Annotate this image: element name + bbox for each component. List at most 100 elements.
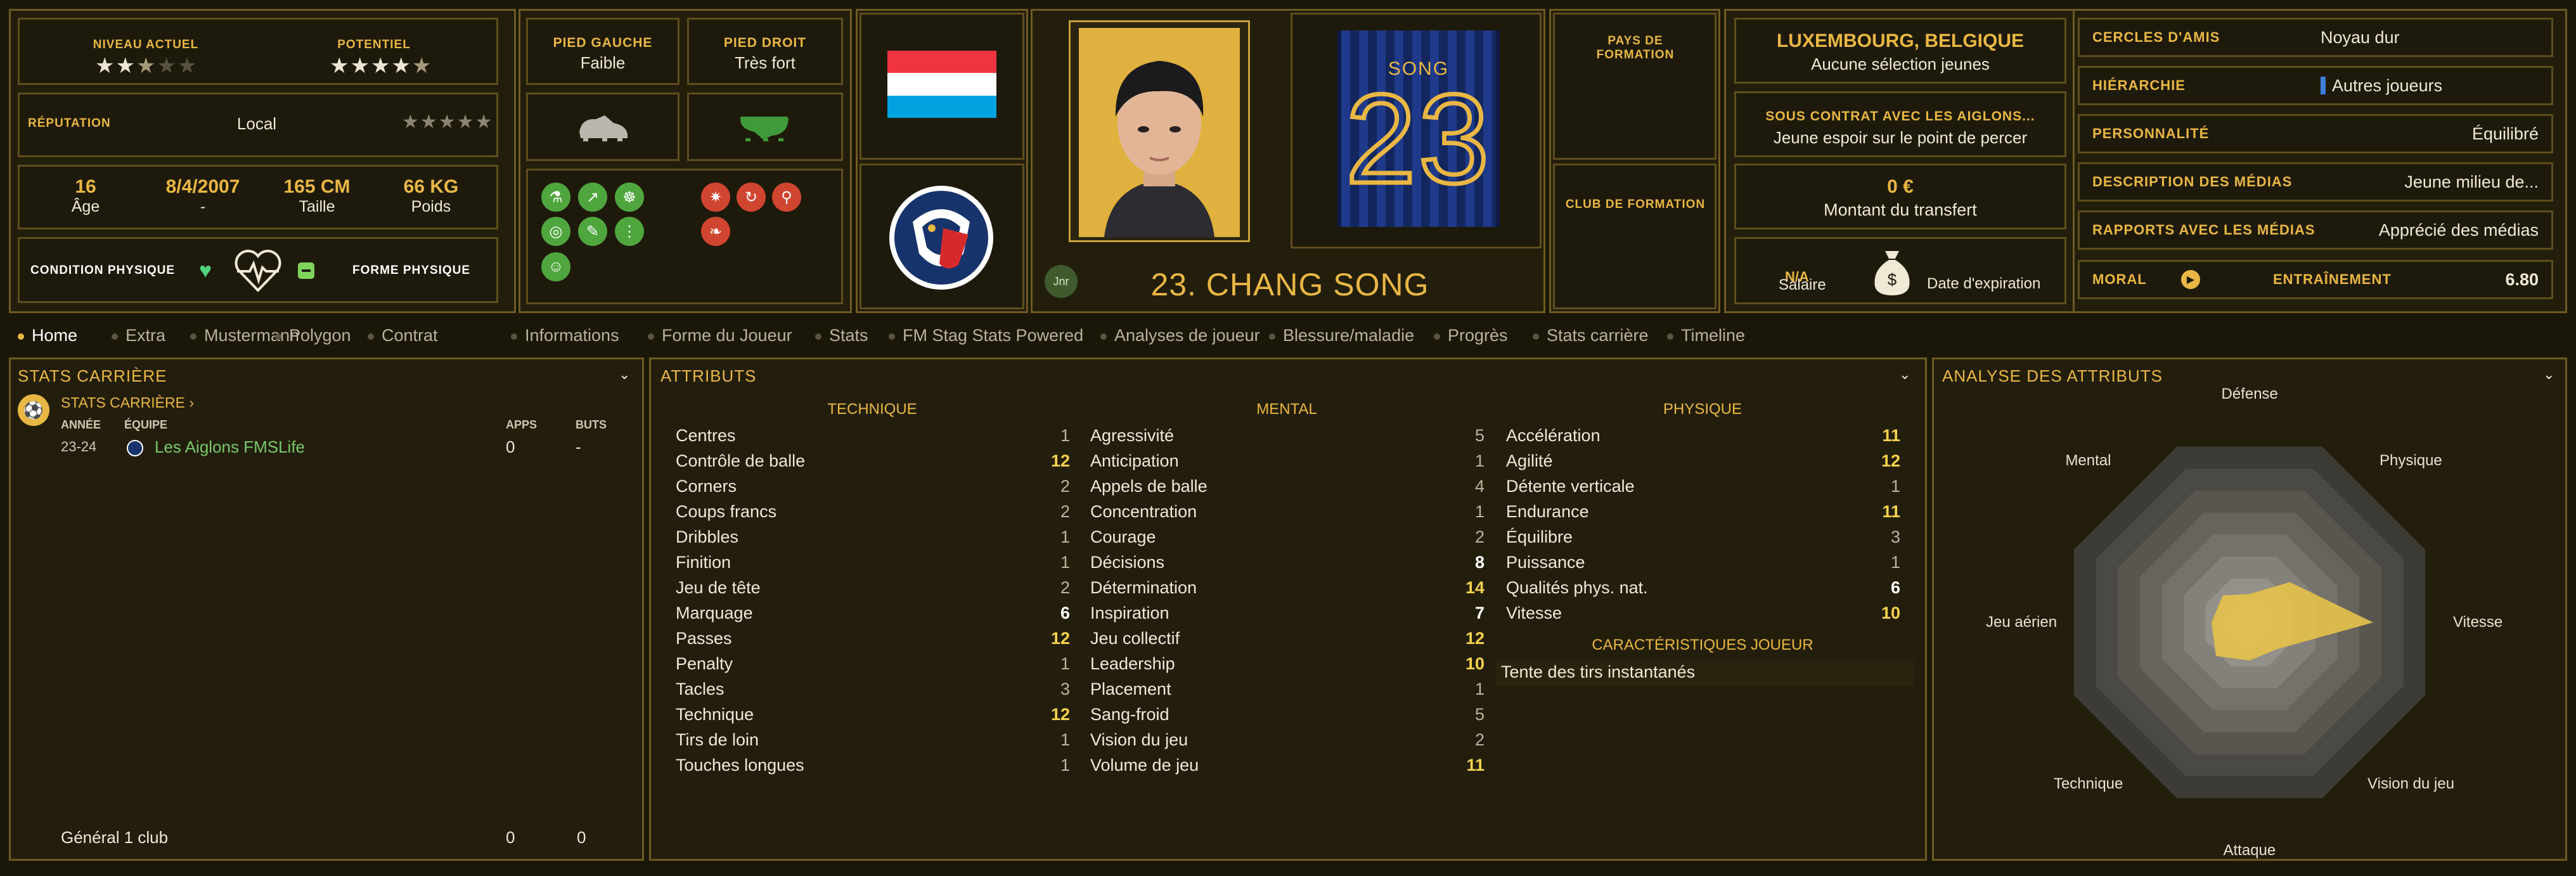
attribute-row[interactable]: Détermination 14 bbox=[1090, 575, 1484, 600]
attribute-row[interactable]: Détente verticale 1 bbox=[1506, 473, 1900, 499]
youth-caps: Aucune sélection jeunes bbox=[1811, 55, 1990, 74]
tab-stats[interactable]: Stats bbox=[815, 326, 868, 345]
collapse-attributes-icon[interactable]: ⌄ bbox=[1899, 366, 1910, 383]
attribute-row[interactable]: Courage 2 bbox=[1090, 524, 1484, 550]
personality-row[interactable]: PERSONNALITÉ Équilibré bbox=[2078, 114, 2553, 153]
attribute-row[interactable]: Jeu de tête 2 bbox=[676, 575, 1070, 600]
tab-fm-stag-stats-powered[interactable]: FM Stag Stats Powered bbox=[889, 326, 1083, 345]
tab-contrat[interactable]: Contrat bbox=[368, 326, 438, 345]
attribute-value: 1 bbox=[1890, 476, 1900, 496]
morale-play-icon[interactable]: ▶ bbox=[2181, 270, 2200, 289]
hierarchy-value: Autres joueurs bbox=[2332, 75, 2443, 95]
attribute-row[interactable]: Tirs de loin 1 bbox=[676, 727, 1070, 752]
training-value: 6.80 bbox=[2505, 269, 2539, 289]
trend-up-icon[interactable]: ↗ bbox=[578, 183, 607, 212]
tab-timeline[interactable]: Timeline bbox=[1667, 326, 1745, 345]
attribute-row[interactable]: Équilibre 3 bbox=[1506, 524, 1900, 550]
tab-forme-du-joueur[interactable]: Forme du Joueur bbox=[648, 326, 792, 345]
leaves-icon[interactable]: ❧ bbox=[701, 217, 730, 246]
attribute-row[interactable]: Tacles 3 bbox=[676, 676, 1070, 702]
tab-stats-carri-re[interactable]: Stats carrière bbox=[1533, 326, 1649, 345]
face-icon[interactable]: ☺ bbox=[541, 252, 570, 281]
dob-label: - bbox=[200, 198, 206, 216]
media-rel-value: Apprécié des médias bbox=[2378, 220, 2539, 240]
attribute-row[interactable]: Qualités phys. nat. 6 bbox=[1506, 575, 1900, 600]
attribute-value: 12 bbox=[1050, 704, 1070, 724]
attribute-row[interactable]: Vision du jeu 2 bbox=[1090, 727, 1484, 752]
row-apps: 0 bbox=[506, 437, 515, 456]
collapse-career-icon[interactable]: ⌄ bbox=[619, 366, 630, 383]
potential-stars: ★★★★★ bbox=[330, 54, 433, 78]
media-rel-row[interactable]: RAPPORTS AVEC LES MÉDIAS Apprécié des méd… bbox=[2078, 210, 2553, 250]
radar-label: Mental bbox=[2065, 452, 2111, 470]
attribute-row[interactable]: Placement 1 bbox=[1090, 676, 1484, 702]
attribute-row[interactable]: Accélération 11 bbox=[1506, 423, 1900, 448]
attribute-row[interactable]: Vitesse 10 bbox=[1506, 600, 1900, 626]
row-team[interactable]: Les Aiglons FMSLife bbox=[155, 437, 305, 457]
attribute-row[interactable]: Puissance 1 bbox=[1506, 550, 1900, 575]
attribute-row[interactable]: Sang-froid 5 bbox=[1090, 702, 1484, 727]
hierarchy-label: HIÉRARCHIE bbox=[2092, 77, 2186, 93]
foot-icon[interactable]: ⚲ bbox=[772, 183, 801, 212]
attribute-row[interactable]: Leadership 10 bbox=[1090, 651, 1484, 676]
flask-icon[interactable]: ⚗ bbox=[541, 183, 570, 212]
hierarchy-row[interactable]: HIÉRARCHIE Autres joueurs bbox=[2078, 66, 2553, 105]
tab-progr-s[interactable]: Progrès bbox=[1434, 326, 1508, 345]
reputation-stars: ★★★★★ bbox=[402, 112, 494, 132]
attribute-name: Anticipation bbox=[1090, 451, 1179, 470]
health-icon[interactable]: ↻ bbox=[737, 183, 766, 212]
radar-label: Défense bbox=[2221, 385, 2278, 403]
tab-informations[interactable]: Informations bbox=[511, 326, 619, 345]
tab-home[interactable]: Home bbox=[18, 326, 77, 345]
attribute-row[interactable]: Marquage 6 bbox=[676, 600, 1070, 626]
attribute-value: 12 bbox=[1050, 628, 1070, 648]
attribute-row[interactable]: Concentration 1 bbox=[1090, 499, 1484, 524]
morale-row[interactable]: MORAL ▶ ENTRAÎNEMENT 6.80 bbox=[2078, 260, 2553, 299]
brain-icon[interactable]: ☸ bbox=[615, 183, 644, 212]
attribute-row[interactable]: Agilité 12 bbox=[1506, 448, 1900, 473]
career-row[interactable]: 23-24 Les Aiglons FMSLife 0 - bbox=[61, 437, 631, 460]
tab-analyses-de-joueur[interactable]: Analyses de joueur bbox=[1100, 326, 1260, 345]
current-level-label: NIVEAU ACTUEL bbox=[93, 38, 199, 51]
attribute-row[interactable]: Centres 1 bbox=[676, 423, 1070, 448]
right-foot-value: Très fort bbox=[735, 53, 795, 72]
tools-icon[interactable]: ✎ bbox=[578, 217, 607, 246]
attribute-row[interactable]: Coups francs 2 bbox=[676, 499, 1070, 524]
tab-polygon[interactable]: Polygon bbox=[275, 326, 351, 345]
attribute-row[interactable]: Penalty 1 bbox=[676, 651, 1070, 676]
attribute-row[interactable]: Finition 1 bbox=[676, 550, 1070, 575]
attribute-value: 11 bbox=[1882, 501, 1900, 521]
technical-heading: TECHNIQUE bbox=[827, 401, 917, 418]
media-desc-row[interactable]: DESCRIPTION DES MÉDIAS Jeune milieu de... bbox=[2078, 162, 2553, 202]
attribute-value: 11 bbox=[1466, 755, 1484, 775]
attribute-row[interactable]: Appels de balle 4 bbox=[1090, 473, 1484, 499]
injury-icon[interactable]: ✷ bbox=[701, 183, 730, 212]
attribute-row[interactable]: Corners 2 bbox=[676, 473, 1070, 499]
contract-value: Jeune espoir sur le point de percer bbox=[1773, 128, 2028, 147]
collapse-analysis-icon[interactable]: ⌄ bbox=[2543, 366, 2554, 383]
svg-text:$: $ bbox=[1888, 270, 1897, 289]
attribute-row[interactable]: Jeu collectif 12 bbox=[1090, 626, 1484, 651]
attribute-row[interactable]: Agressivité 5 bbox=[1090, 423, 1484, 448]
attribute-row[interactable]: Passes 12 bbox=[676, 626, 1070, 651]
attribute-row[interactable]: Décisions 8 bbox=[1090, 550, 1484, 575]
club-crest-icon[interactable] bbox=[887, 184, 995, 295]
tab-blessure-maladie[interactable]: Blessure/maladie bbox=[1269, 326, 1414, 345]
attribute-row[interactable]: Touches longues 1 bbox=[676, 752, 1070, 778]
attribute-row[interactable]: Dribbles 1 bbox=[676, 524, 1070, 550]
friends-row[interactable]: CERCLES D'AMIS Noyau dur bbox=[2078, 18, 2553, 57]
salary-label: Salaire bbox=[1779, 276, 1826, 293]
attribute-row[interactable]: Technique 12 bbox=[676, 702, 1070, 727]
attribute-row[interactable]: Volume de jeu 11 bbox=[1090, 752, 1484, 778]
attribute-name: Appels de balle bbox=[1090, 476, 1208, 496]
career-subtitle-link[interactable]: STATS CARRIÈRE › bbox=[61, 394, 194, 411]
tab-extra[interactable]: Extra bbox=[112, 326, 165, 345]
stats-icon[interactable]: ⋮ bbox=[615, 217, 644, 246]
attribute-name: Finition bbox=[676, 552, 731, 572]
attribute-row[interactable]: Contrôle de balle 12 bbox=[676, 448, 1070, 473]
attribute-row[interactable]: Anticipation 1 bbox=[1090, 448, 1484, 473]
attribute-row[interactable]: Endurance 11 bbox=[1506, 499, 1900, 524]
attribute-name: Détente verticale bbox=[1506, 476, 1635, 496]
target-icon[interactable]: ◎ bbox=[541, 217, 570, 246]
attribute-row[interactable]: Inspiration 7 bbox=[1090, 600, 1484, 626]
